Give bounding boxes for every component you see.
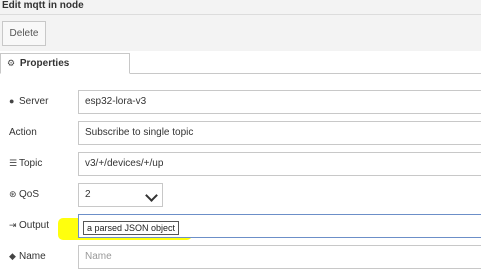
globe-icon: ● xyxy=(9,96,15,106)
dialog-title: Edit mqtt in node xyxy=(0,0,481,15)
chevron-down-icon xyxy=(145,189,158,202)
output-label: ⇥ Output xyxy=(9,220,50,231)
sign-out-icon: ⇥ xyxy=(9,220,17,230)
qos-value: 2 xyxy=(85,189,91,200)
qos-row: ⊛ QoS 2 xyxy=(0,183,481,209)
name-label: ◆ Name xyxy=(9,251,46,262)
topic-label: ☰ Topic xyxy=(9,158,43,169)
topic-row: ☰ Topic v3/+/devices/+/up xyxy=(0,152,481,178)
action-select[interactable]: Subscribe to single topic xyxy=(78,121,481,145)
action-label: Action xyxy=(9,127,37,138)
server-input[interactable]: esp32-lora-v3 xyxy=(78,90,481,114)
output-row: ⇥ Output xyxy=(0,214,481,240)
server-label: ● Server xyxy=(9,96,49,107)
empire-icon: ⊛ xyxy=(9,189,17,199)
tab-properties-label: Properties xyxy=(19,58,70,69)
tasks-icon: ☰ xyxy=(9,158,18,168)
name-row: ◆ Name Name xyxy=(0,245,481,271)
delete-button[interactable]: Delete xyxy=(2,21,46,46)
tab-properties[interactable]: ⚙ Properties xyxy=(0,53,130,74)
qos-label: ⊛ QoS xyxy=(9,189,40,200)
gear-icon: ⚙ xyxy=(7,58,16,68)
topic-input[interactable]: v3/+/devices/+/up xyxy=(78,152,481,176)
action-row: Action Subscribe to single topic xyxy=(0,121,481,147)
tag-icon: ◆ xyxy=(9,251,16,261)
server-row: ● Server esp32-lora-v3 xyxy=(0,90,481,116)
dialog-toolbar xyxy=(0,15,481,51)
name-input[interactable]: Name xyxy=(78,245,481,269)
qos-select[interactable]: 2 xyxy=(78,183,163,207)
output-value: a parsed JSON object xyxy=(83,221,180,235)
